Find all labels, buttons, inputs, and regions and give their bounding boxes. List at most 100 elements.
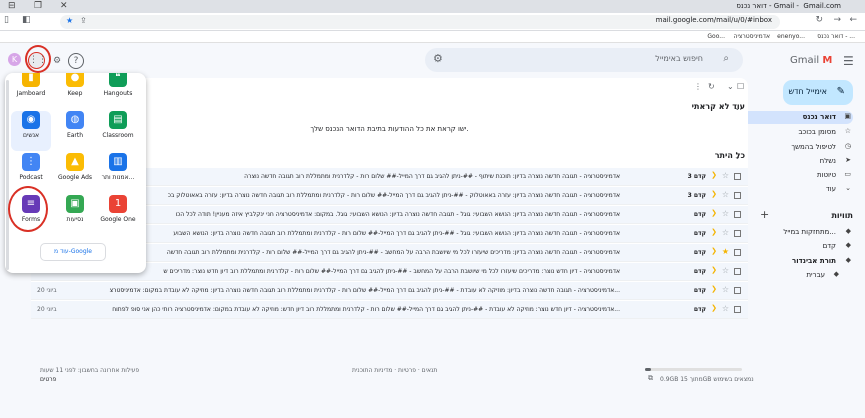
bookmark-item[interactable]: Goo...	[707, 33, 725, 40]
activity-details-link[interactable]: פרטים	[40, 376, 56, 383]
row-checkbox[interactable]	[734, 192, 741, 199]
browser-tab-title[interactable]: דואר נכנס - Gmail - ‎ Gmail.com	[736, 2, 841, 10]
app-launcher-item[interactable]: ● Keep	[55, 73, 95, 109]
app-launcher-item[interactable]: 1 Google One	[98, 195, 138, 235]
app-launcher-item[interactable]: ▲ Google Ads	[55, 153, 95, 193]
google-apps-menu: ▮ Jamboard ● Keep ❝ Hangouts ◉ אנשים ◍ Earth ▤ Clas…	[5, 73, 146, 273]
sidebar-item-more[interactable]: ⌄ עוד	[741, 183, 853, 196]
gmail-logo-text: Gmail	[790, 55, 820, 66]
more-from-google-button[interactable]: עוד מ-Google	[40, 243, 106, 261]
popup-scrollbar[interactable]	[6, 80, 9, 270]
row-checkbox[interactable]	[734, 249, 741, 256]
close-window-icon[interactable]: ✕	[60, 1, 68, 11]
star-icon[interactable]: ☆	[722, 266, 729, 275]
sidebar-label-item[interactable]: ◆ קדם	[741, 240, 853, 253]
bookmark-item[interactable]: אדמיניסטרציה	[734, 33, 770, 40]
ads-icon: ▲	[66, 153, 84, 171]
importance-marker-icon[interactable]: ❯	[711, 171, 717, 179]
gmail-logo[interactable]: Gmail M	[790, 55, 832, 66]
importance-marker-icon[interactable]: ❯	[711, 247, 717, 255]
app-launcher-item[interactable]: ◍ Earth	[55, 111, 95, 151]
share-icon[interactable]: ⇪	[80, 16, 87, 25]
back-icon[interactable]: ←	[849, 15, 857, 25]
sidebar-item-drafts[interactable]: ▭ טיוטות	[741, 169, 853, 182]
sidebar-label-item[interactable]: ◆תורת אבינדור1	[741, 255, 853, 268]
sidebar-item-inbox[interactable]: ▣ דואר נכנס	[741, 111, 853, 124]
app-launcher-item[interactable]: ◉ אנשים	[11, 111, 51, 151]
bookmark-item[interactable]: דואר נכנס - ...	[817, 33, 855, 40]
row-checkbox[interactable]	[734, 287, 741, 294]
refresh-icon[interactable]: ↻	[708, 82, 715, 91]
app-launcher-item[interactable]: ▮ Jamboard	[11, 73, 51, 109]
search-icon[interactable]: ⌕	[723, 53, 729, 64]
reload-icon[interactable]: ↻	[815, 15, 823, 25]
footer-links[interactable]: תנאים · פרטיות · מדיניות התוכנית	[352, 367, 437, 374]
section-unread-title[interactable]: עוד לא קראתי	[692, 102, 745, 111]
minimize-icon[interactable]: ⊟	[8, 1, 16, 11]
importance-marker-icon[interactable]: ❯	[711, 304, 717, 312]
compose-button[interactable]: ✎ אימייל חדש	[783, 80, 853, 105]
importance-marker-icon[interactable]: ❯	[711, 190, 717, 198]
sidebar-item-label: דואר נכנס	[802, 113, 836, 121]
app-launcher-item[interactable]: ❝ Hangouts	[98, 73, 138, 109]
open-external-icon[interactable]: ⧉	[648, 374, 653, 383]
importance-marker-icon[interactable]: ❯	[711, 209, 717, 217]
sidebar-item-sent[interactable]: ➤ נשלח	[741, 155, 853, 168]
table-row[interactable]: ☆ ❯ קדם אדמיניסטרציה - תגובה חדשה נוצרה בדי…	[31, 282, 748, 300]
help-icon[interactable]: ?	[68, 53, 84, 69]
star-icon[interactable]: ☆	[722, 190, 729, 199]
importance-marker-icon[interactable]: ❯	[711, 266, 717, 274]
row-sender: קדם	[693, 249, 706, 256]
search-bar[interactable]: ⚙ חיפוש באימייל ⌕	[425, 48, 743, 72]
sidebar-toggle-icon[interactable]: ▯	[4, 15, 9, 25]
classroom-icon: ▤	[109, 111, 127, 129]
select-all-checkbox[interactable]: ☐	[737, 82, 744, 91]
draft-icon: ▭	[844, 170, 851, 178]
star-icon[interactable]: ☆	[722, 285, 729, 294]
star-icon[interactable]: ★	[722, 247, 729, 256]
search-options-icon[interactable]: ⚙	[433, 52, 443, 65]
add-label-icon[interactable]: +	[760, 208, 769, 221]
row-time: 20 ביוני	[37, 287, 57, 294]
section-all-title[interactable]: כל היתר	[715, 151, 745, 160]
main-menu-icon[interactable]: ☰	[843, 54, 854, 68]
row-sender: קדם	[693, 268, 706, 275]
row-checkbox[interactable]	[734, 173, 741, 180]
sidebar-label-item[interactable]: ◆ עברית	[741, 269, 853, 282]
table-row[interactable]: ☆ ❯ קדם אדמיניסטרציה - דיון חדש נוצר: מוזיק…	[31, 301, 748, 319]
importance-marker-icon[interactable]: ❯	[711, 228, 717, 236]
travel-icon: ▣	[66, 195, 84, 213]
star-icon[interactable]: ☆	[722, 304, 729, 313]
row-checkbox[interactable]	[734, 268, 741, 275]
forward-icon[interactable]: →	[833, 15, 841, 25]
app-launcher-item[interactable]: ▣ נסיעות	[55, 195, 95, 235]
sidebar-item-snoozed[interactable]: ◷ לטיפול בהמשך	[741, 141, 853, 154]
search-input[interactable]: חיפוש באימייל	[655, 54, 703, 63]
sidebar-label-item[interactable]: ◆ מתחזקות במייל...	[741, 226, 853, 239]
avatar[interactable]: K	[8, 53, 21, 66]
row-checkbox[interactable]	[734, 211, 741, 218]
restore-icon[interactable]: ❐	[34, 1, 42, 11]
star-icon[interactable]: ☆	[722, 228, 729, 237]
app-label: Hangouts	[103, 90, 133, 97]
sidebar-item-starred[interactable]: ☆ מסומן בכוכב	[741, 126, 853, 139]
star-icon[interactable]: ☆	[722, 171, 729, 180]
row-checkbox[interactable]	[734, 306, 741, 313]
app-launcher-item[interactable]: ▥ אמנות ותר...	[98, 153, 138, 193]
row-subject: אדמיניסטרציה - דיון חדש נוצר: מוזיקה לא …	[112, 306, 620, 313]
bookmark-star-icon[interactable]: ★	[66, 16, 73, 25]
clock-icon: ◷	[844, 142, 851, 150]
importance-marker-icon[interactable]: ❯	[711, 285, 717, 293]
row-checkbox[interactable]	[734, 230, 741, 237]
bookmark-item[interactable]: enenyo...	[777, 33, 805, 40]
pencil-icon: ✎	[836, 86, 845, 97]
more-vert-icon[interactable]: ⋮	[694, 82, 702, 91]
app-launcher-item[interactable]: ▤ Classroom	[98, 111, 138, 151]
settings-gear-icon[interactable]: ⚙	[49, 53, 65, 69]
address-field[interactable]: ★ ⇪ mail.google.com/mail/u/0/#inbox	[60, 15, 780, 29]
tab-layout-icon[interactable]: ◧	[22, 15, 31, 25]
contacts-icon: ◉	[22, 111, 40, 129]
star-icon[interactable]: ☆	[722, 209, 729, 218]
chevron-down-icon[interactable]: ⌄	[727, 82, 734, 91]
row-subject: אדמיניסטרציה - תגובה חדשה נוצרה בדיון: מ…	[109, 287, 620, 294]
